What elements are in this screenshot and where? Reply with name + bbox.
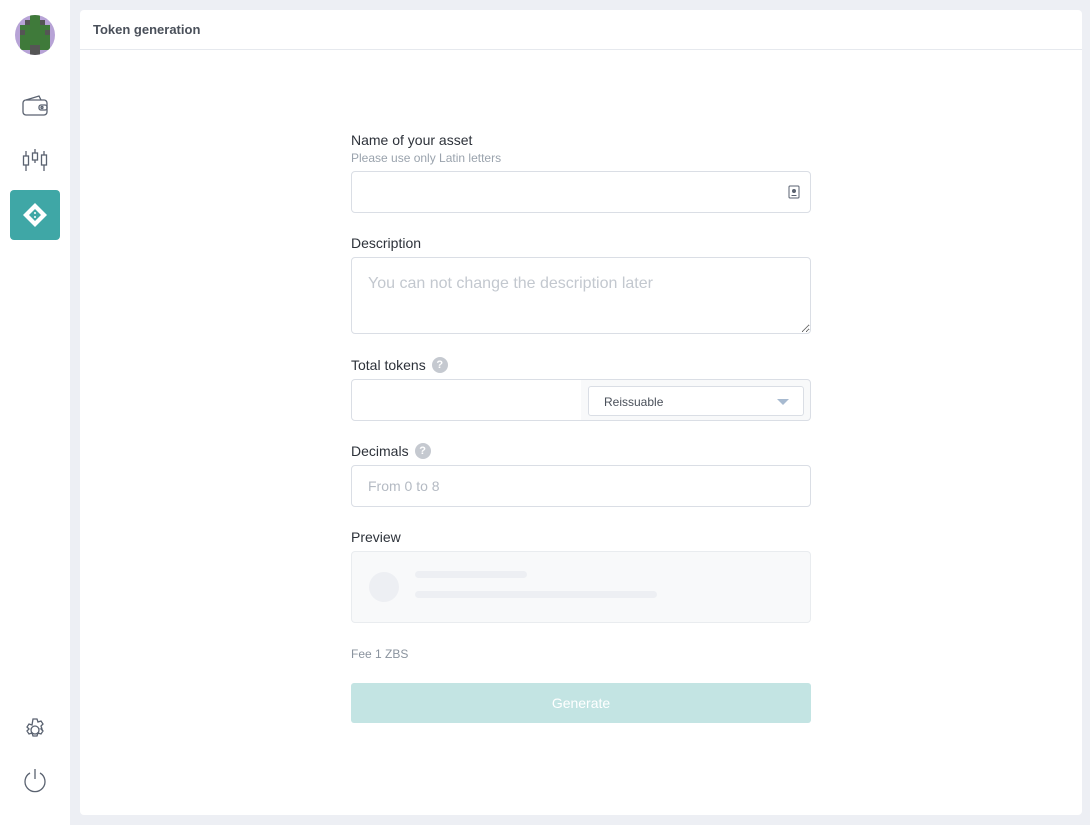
candlestick-chart-icon: [22, 149, 48, 171]
generate-button[interactable]: Generate: [351, 683, 811, 723]
decimals-label-text: Decimals: [351, 443, 409, 459]
nav-wallet[interactable]: [10, 80, 60, 130]
reissuable-select-value: Reissuable: [604, 395, 664, 409]
description-label: Description: [351, 235, 422, 251]
decimals-label: Decimals?: [351, 443, 811, 459]
name-hint: Please use only Latin letters: [351, 151, 502, 165]
nav-token-generation[interactable]: [10, 190, 60, 240]
token-preview: [351, 551, 811, 623]
page-title: Token generation: [80, 10, 1082, 50]
description-input[interactable]: [351, 257, 811, 334]
help-icon[interactable]: ?: [414, 443, 431, 459]
decimals-input[interactable]: From 0 to 8: [351, 465, 811, 507]
contact-card-icon: [788, 185, 800, 199]
nav-logout[interactable]: [10, 755, 60, 805]
token-generation-panel: Token generation Name of your asset Plea…: [80, 10, 1082, 815]
preview-label: Preview: [351, 529, 401, 545]
reissuable-select[interactable]: Reissuable: [588, 386, 804, 416]
token-icon: [23, 203, 47, 227]
token-form: Name of your asset Please use only Latin…: [351, 132, 811, 723]
sidebar: [0, 0, 70, 825]
help-icon[interactable]: ?: [431, 357, 448, 373]
total-tokens-input[interactable]: Reissuable: [351, 379, 811, 421]
asset-name-input[interactable]: [351, 171, 811, 213]
fee-text: Fee 1 ZBS: [351, 647, 409, 661]
avatar[interactable]: [15, 15, 55, 55]
nav-trading[interactable]: [10, 135, 60, 185]
gear-icon: [26, 718, 44, 737]
preview-icon-placeholder: [369, 572, 399, 602]
total-tokens-label: Total tokens?: [351, 357, 811, 373]
power-icon: [24, 769, 46, 793]
total-tokens-label-text: Total tokens: [351, 357, 426, 373]
wallet-icon: [22, 95, 48, 116]
name-label: Name of your asset: [351, 132, 473, 148]
preview-text-placeholder: [415, 591, 657, 598]
chevron-down-icon: [777, 399, 789, 405]
nav-settings[interactable]: [10, 705, 60, 755]
preview-title-placeholder: [415, 571, 527, 578]
